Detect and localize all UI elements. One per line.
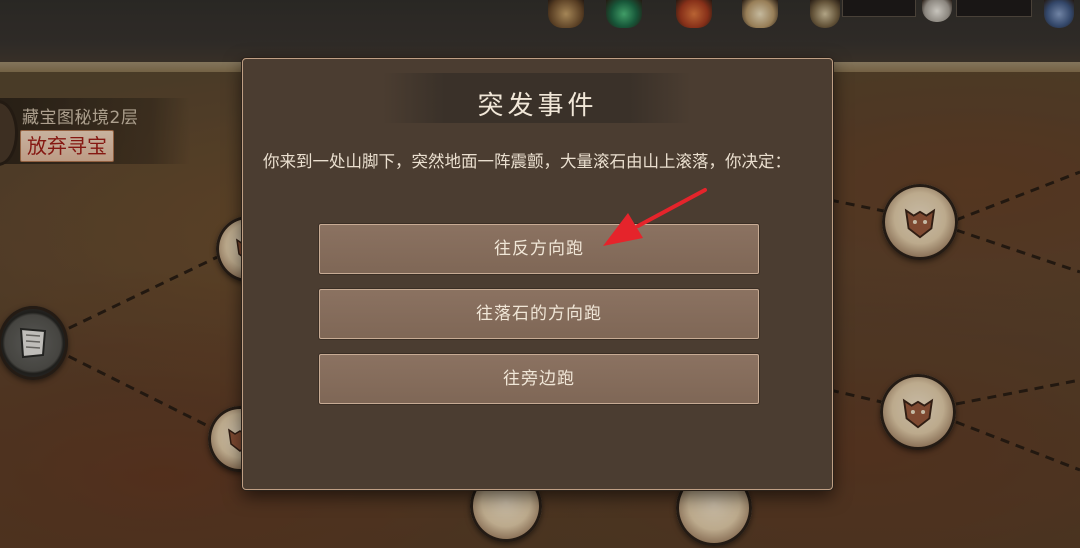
dialog-description: 你来到一处山脚下，突然地面一阵震颤，大量滚石由山上滚落，你决定： (263, 152, 791, 171)
choice-button-1[interactable]: 往反方向跑 (319, 224, 759, 274)
event-dialog: 突发事件 你来到一处山脚下，突然地面一阵震颤，大量滚石由山上滚落，你决定： 往反… (242, 58, 833, 490)
choice-button-3[interactable]: 往旁边跑 (319, 354, 759, 404)
dialog-title: 突发事件 (477, 91, 598, 121)
choice-button-2[interactable]: 往落石的方向跑 (319, 289, 759, 339)
game-screen: 藏宝图秘境2层 放弃寻宝 突发事件 你来到一处山脚下，突然地面一阵震颤，大量滚石… (0, 0, 1080, 548)
